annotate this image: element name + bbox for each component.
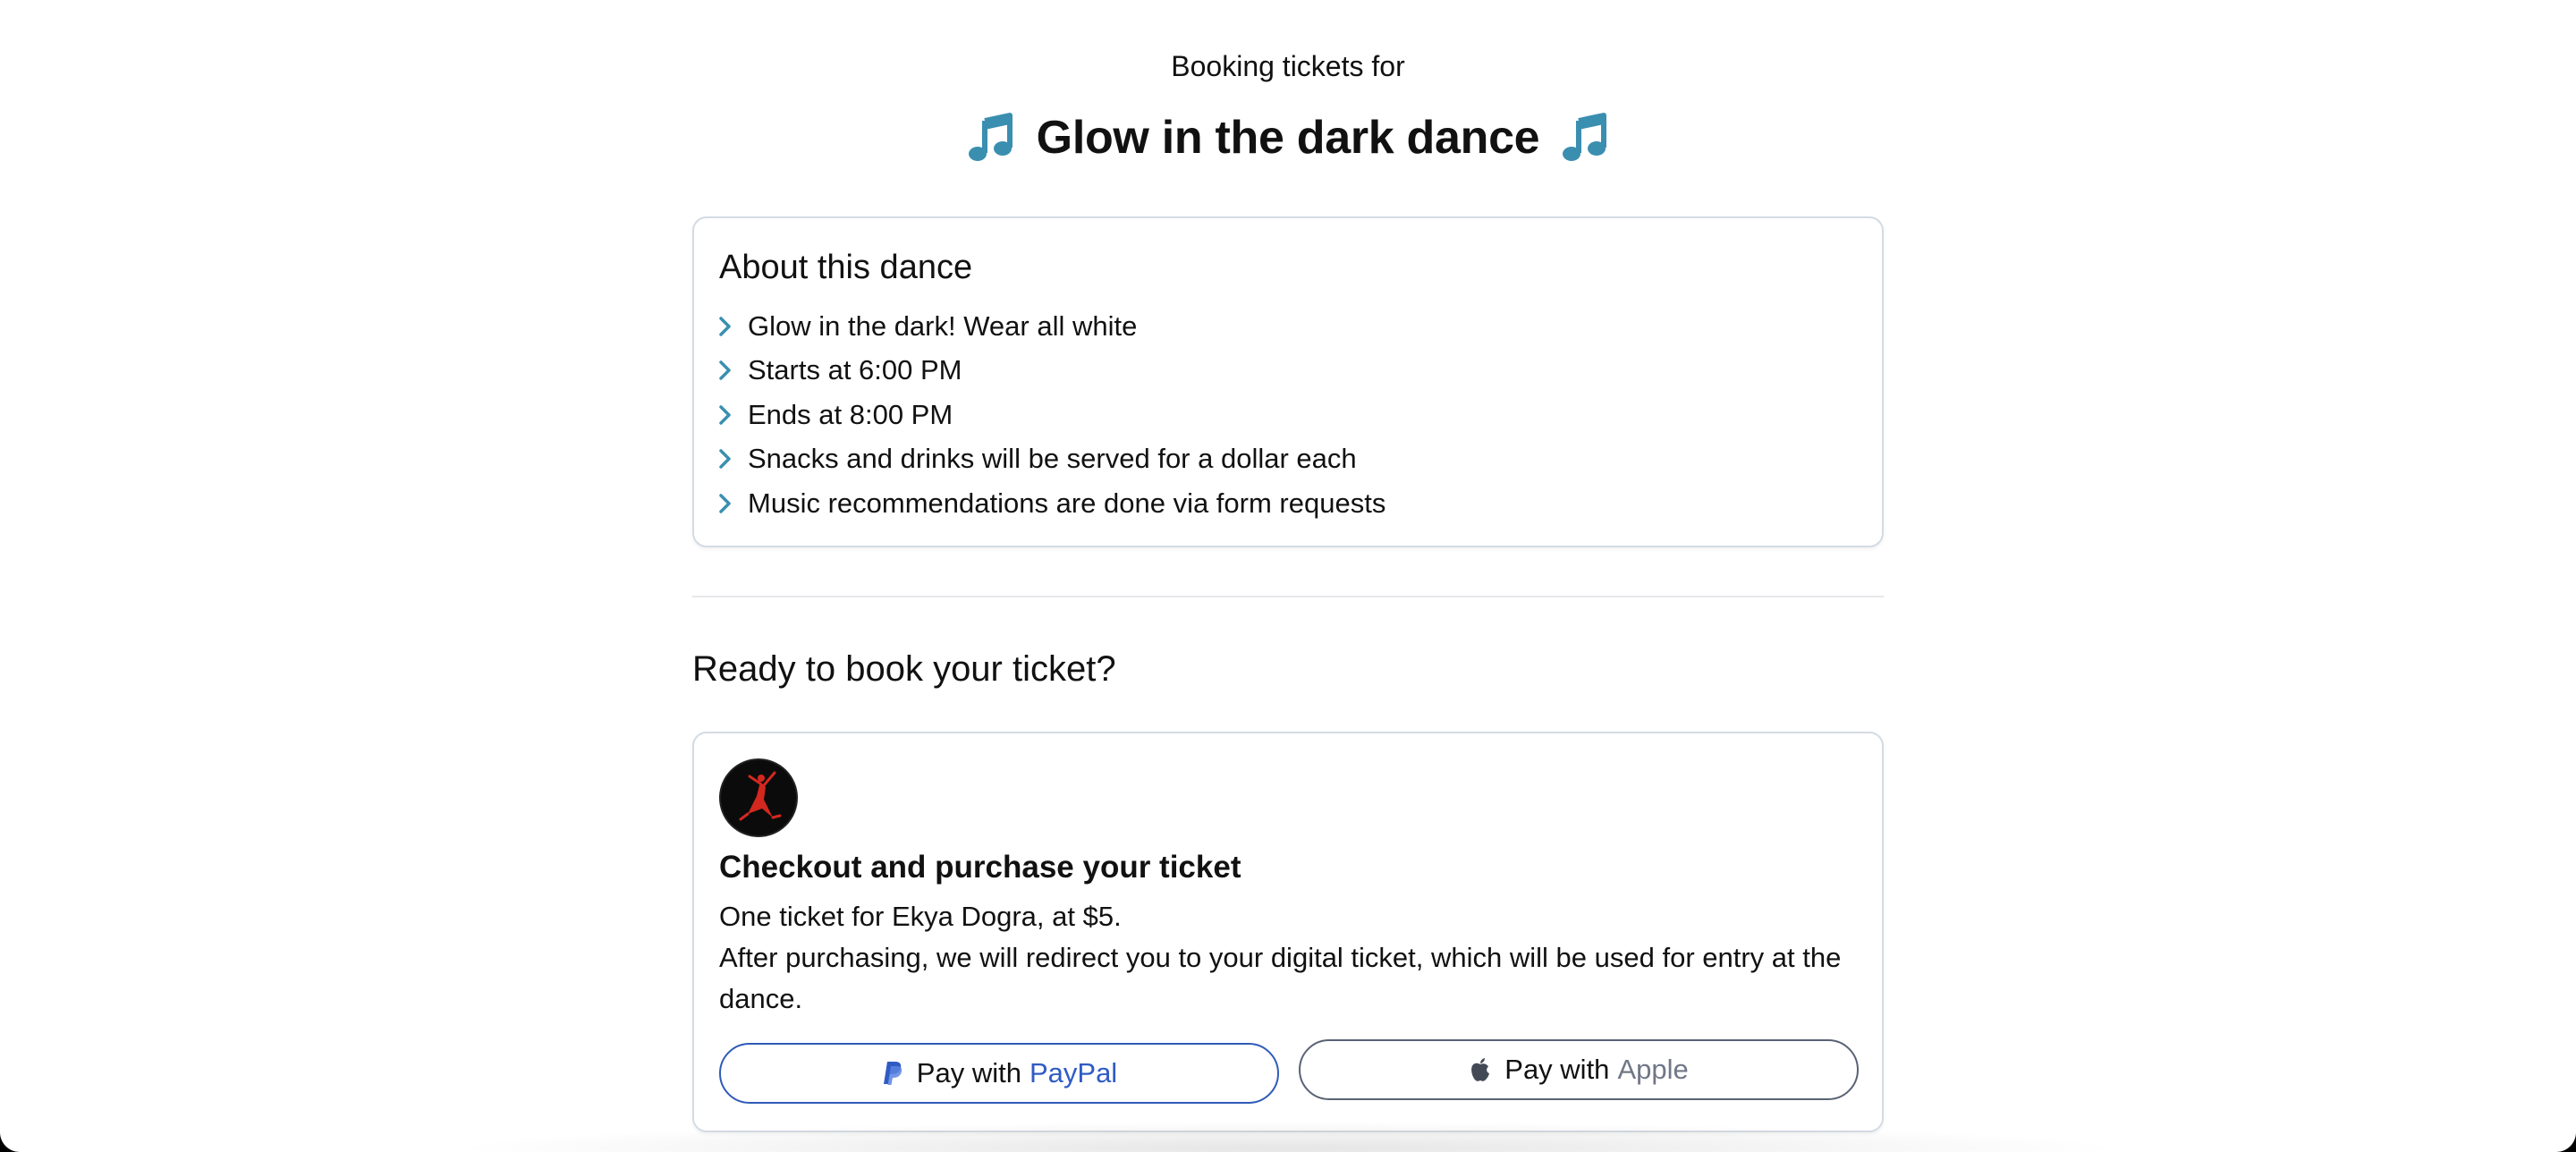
list-item: Starts at 6:00 PM — [717, 349, 1385, 394]
page-title: Glow in the dark dance — [1036, 112, 1540, 164]
list-item-text: Starts at 6:00 PM — [748, 354, 962, 386]
page: Booking tickets for Glow in the dark dan… — [0, 0, 2576, 1152]
chevron-right-icon — [719, 449, 731, 469]
chevron-right-icon — [719, 360, 731, 380]
apple-icon — [1471, 1058, 1490, 1081]
checkout-card: Checkout and purchase your ticket One ti… — [692, 732, 1884, 1132]
dancer-icon — [721, 760, 796, 835]
pay-with-paypal-button[interactable]: Pay with PayPal — [719, 1043, 1279, 1104]
chevron-right-icon — [719, 317, 731, 336]
chevron-right-icon — [719, 405, 731, 425]
section-divider — [692, 596, 1884, 597]
checkout-ticket-info: One ticket for Ekya Dogra, at $5. — [719, 901, 1122, 932]
checkout-redirect-info: After purchasing, we will redirect you t… — [719, 942, 1842, 1014]
about-list: Glow in the dark! Wear all white Starts … — [717, 304, 1385, 526]
paypal-icon — [883, 1062, 902, 1085]
music-note-icon — [1563, 113, 1607, 161]
apple-button-brand: Apple — [1617, 1054, 1689, 1085]
list-item: Music recommendations are done via form … — [717, 481, 1385, 526]
list-item-text: Ends at 8:00 PM — [748, 398, 953, 430]
paypal-button-prefix: Pay with — [916, 1057, 1021, 1088]
music-note-icon — [968, 113, 1013, 161]
about-heading: About this dance — [719, 249, 973, 286]
checkout-description: One ticket for Ekya Dogra, at $5. After … — [719, 896, 1855, 1020]
dancer-logo — [719, 758, 798, 837]
ready-heading: Ready to book your ticket? — [692, 649, 1116, 689]
list-item-text: Music recommendations are done via form … — [748, 487, 1386, 519]
checkout-heading: Checkout and purchase your ticket — [719, 850, 1241, 885]
list-item: Ends at 8:00 PM — [717, 393, 1385, 437]
chevron-right-icon — [719, 494, 731, 513]
title-row: Glow in the dark dance — [692, 111, 1884, 165]
list-item-text: Glow in the dark! Wear all white — [748, 309, 1138, 342]
about-card: About this dance Glow in the dark! Wear … — [692, 216, 1884, 547]
pay-with-apple-button[interactable]: Pay with Apple — [1299, 1039, 1859, 1100]
apple-button-prefix: Pay with — [1504, 1054, 1610, 1085]
pre-title: Booking tickets for — [1171, 50, 1405, 82]
list-item: Snacks and drinks will be served for a d… — [717, 437, 1385, 482]
list-item: Glow in the dark! Wear all white — [717, 304, 1385, 349]
paypal-button-brand: PayPal — [1029, 1057, 1118, 1088]
list-item-text: Snacks and drinks will be served for a d… — [748, 443, 1357, 475]
